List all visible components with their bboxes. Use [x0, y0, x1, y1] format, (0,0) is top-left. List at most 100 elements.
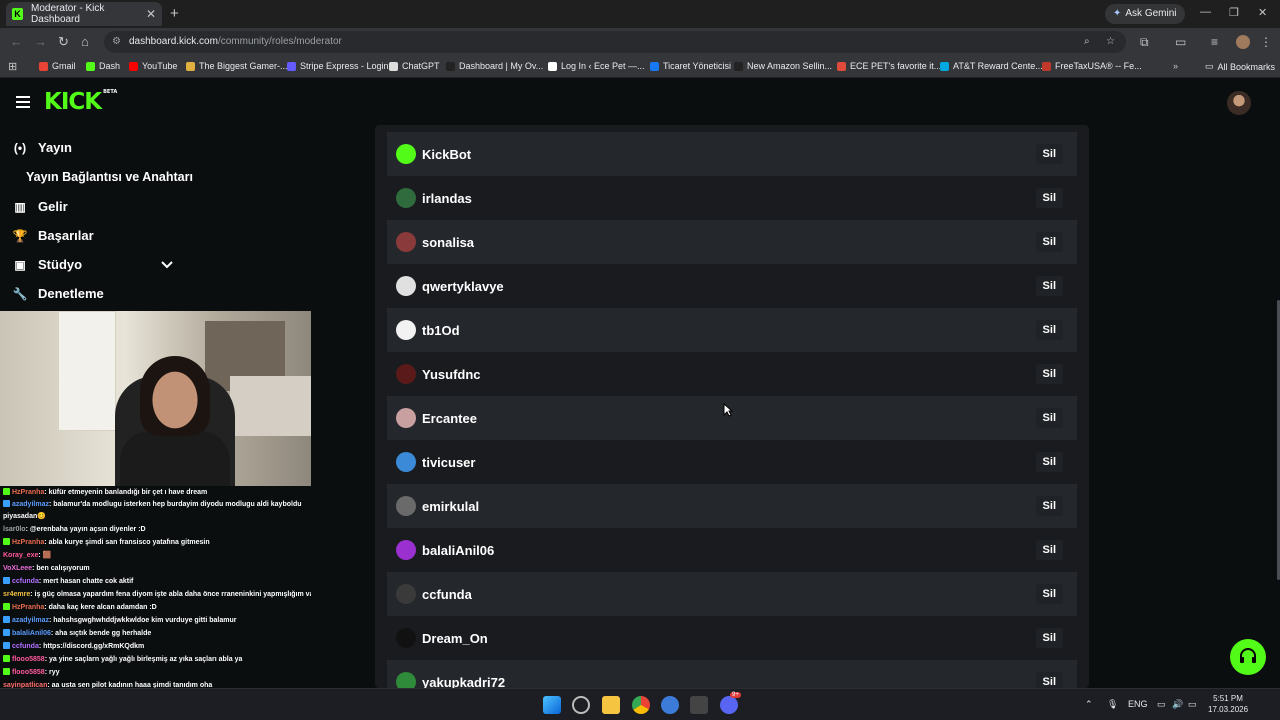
battery-icon[interactable]: ▭	[1188, 699, 1197, 710]
sidebar-item-gelir[interactable]: ▥ Gelir	[12, 199, 67, 214]
chat-username[interactable]: HzPranha	[12, 604, 44, 611]
home-icon[interactable]: ⌂	[81, 34, 89, 49]
bookmark-item[interactable]: ChatGPT	[389, 61, 440, 71]
chat-username[interactable]: ccfunda	[12, 643, 39, 650]
zoom-icon[interactable]: ⌕	[1084, 31, 1090, 53]
tray-overflow-icon[interactable]: ⌃	[1085, 699, 1093, 710]
delete-moderator-button[interactable]: Sil	[1035, 584, 1063, 604]
chat-username[interactable]: azadyilmaz	[12, 501, 49, 508]
moderator-name[interactable]: ccfunda	[422, 587, 472, 602]
delete-moderator-button[interactable]: Sil	[1035, 628, 1063, 648]
delete-moderator-button[interactable]: Sil	[1035, 232, 1063, 252]
moderator-name[interactable]: tivicuser	[422, 455, 475, 470]
sidebar-item-studyo[interactable]: ▣ Stüdyo	[12, 257, 82, 272]
new-tab-button[interactable]: +	[170, 5, 179, 22]
bookmark-item[interactable]: ECE PET's favorite it...	[837, 61, 941, 71]
ask-gemini-button[interactable]: ✦ Ask Gemini	[1105, 4, 1185, 24]
moderator-name[interactable]: balaliAnil06	[422, 543, 494, 558]
forward-icon[interactable]: →	[34, 34, 47, 49]
media-icon[interactable]: ▭	[1175, 35, 1186, 49]
chat-username[interactable]: azadyilmaz	[12, 617, 49, 624]
sidebar-item-denetleme[interactable]: 🔧 Denetleme	[12, 286, 104, 301]
browser-profile-avatar[interactable]	[1236, 35, 1250, 49]
delete-moderator-button[interactable]: Sil	[1035, 408, 1063, 428]
discord-icon[interactable]	[720, 696, 738, 714]
delete-moderator-button[interactable]: Sil	[1035, 320, 1063, 340]
chat-username[interactable]: lsar0lo	[3, 526, 26, 533]
all-bookmarks-button[interactable]: ▭ All Bookmarks	[1205, 61, 1275, 72]
chrome-icon[interactable]	[632, 696, 650, 714]
reading-list-icon[interactable]: ≡	[1211, 35, 1218, 49]
moderator-name[interactable]: yakupkadri72	[422, 675, 505, 689]
delete-moderator-button[interactable]: Sil	[1035, 540, 1063, 560]
hamburger-menu-icon[interactable]	[16, 96, 30, 111]
chat-username[interactable]: HzPranha	[12, 489, 44, 496]
bookmark-item[interactable]: Stripe Express - Login	[287, 61, 389, 71]
moderator-name[interactable]: sonalisa	[422, 235, 474, 250]
support-chat-button[interactable]	[1230, 639, 1266, 675]
site-info-icon[interactable]: ⚙	[112, 31, 121, 53]
file-explorer-icon[interactable]	[602, 696, 620, 714]
windows-start-icon[interactable]	[543, 696, 561, 714]
bookmark-item[interactable]: Dash	[86, 61, 120, 71]
language-indicator[interactable]: ENG	[1128, 699, 1148, 709]
chat-username[interactable]: HzPranha	[12, 539, 44, 546]
delete-moderator-button[interactable]: Sil	[1035, 276, 1063, 296]
sidebar-item-stream-key[interactable]: Yayın Bağlantısı ve Anahtarı	[26, 170, 193, 184]
chat-username[interactable]: balaliAnil06	[12, 630, 51, 637]
close-window-button[interactable]: ✕	[1258, 6, 1267, 19]
bookmark-item[interactable]: AT&T Reward Cente...	[940, 61, 1043, 71]
bookmark-item[interactable]: Gmail	[39, 61, 76, 71]
chevron-down-icon[interactable]	[160, 258, 174, 272]
moderator-name[interactable]: Yusufdnc	[422, 367, 481, 382]
bookmark-item[interactable]: Dashboard | My Ov...	[446, 61, 543, 71]
user-avatar[interactable]	[1227, 91, 1251, 115]
sidebar-item-basarilar[interactable]: 🏆 Başarılar	[12, 228, 94, 243]
delete-moderator-button[interactable]: Sil	[1035, 188, 1063, 208]
apps-grid-icon[interactable]: ⊞	[8, 60, 17, 73]
chat-username[interactable]: flooo5858	[12, 669, 45, 676]
g-app-icon[interactable]	[661, 696, 679, 714]
maximize-button[interactable]: ❐	[1229, 6, 1239, 19]
moderator-name[interactable]: emirkulal	[422, 499, 479, 514]
microphone-icon[interactable]: 🎙	[1107, 699, 1118, 710]
bookmark-item[interactable]: The Biggest Gamer-...	[186, 61, 288, 71]
delete-moderator-button[interactable]: Sil	[1035, 364, 1063, 384]
bookmark-item[interactable]: New Amazon Sellin...	[734, 61, 832, 71]
chat-username[interactable]: ccfunda	[12, 578, 39, 585]
chat-username[interactable]: Koray_exe	[3, 552, 38, 559]
delete-moderator-button[interactable]: Sil	[1035, 144, 1063, 164]
bookmark-star-icon[interactable]: ☆	[1106, 31, 1115, 53]
chat-username[interactable]: flooo5858	[12, 656, 45, 663]
delete-moderator-button[interactable]: Sil	[1035, 672, 1063, 688]
moderator-name[interactable]: qwertyklavye	[422, 279, 504, 294]
bookmark-item[interactable]: Log In ‹ Ece Pet —...	[548, 61, 645, 71]
moderator-name[interactable]: tb1Od	[422, 323, 460, 338]
bookmarks-overflow-icon[interactable]: »	[1173, 61, 1178, 71]
close-tab-icon[interactable]: ✕	[146, 7, 156, 21]
extensions-icon[interactable]: ⧉	[1140, 35, 1149, 50]
tab-kick-dashboard[interactable]: K Moderator - Kick Dashboard ✕	[6, 2, 162, 26]
reload-icon[interactable]: ↻	[58, 34, 69, 50]
kick-logo[interactable]: KICK BETA	[44, 89, 117, 115]
minimize-button[interactable]: —	[1200, 6, 1211, 18]
address-bar[interactable]: ⚙ dashboard.kick.com/community/roles/mod…	[104, 31, 1126, 53]
sidebar-item-yayin[interactable]: (•) Yayın	[12, 140, 72, 155]
bookmark-item[interactable]: Ticaret Yöneticisi	[650, 61, 731, 71]
back-icon[interactable]: ←	[10, 34, 23, 49]
moderator-name[interactable]: irlandas	[422, 191, 472, 206]
delete-moderator-button[interactable]: Sil	[1035, 452, 1063, 472]
moderator-name[interactable]: Ercantee	[422, 411, 477, 426]
system-clock[interactable]: 5:51 PM 17.03.2026	[1208, 693, 1248, 715]
menu-icon[interactable]: ⋮	[1260, 35, 1272, 49]
volume-icon[interactable]: 🔊	[1172, 699, 1183, 710]
network-icon[interactable]: ▭	[1157, 699, 1166, 710]
bookmark-item[interactable]: YouTube	[129, 61, 177, 71]
moderator-name[interactable]: KickBot	[422, 147, 471, 162]
app-icon[interactable]	[690, 696, 708, 714]
delete-moderator-button[interactable]: Sil	[1035, 496, 1063, 516]
chat-username[interactable]: sr4emre	[3, 591, 30, 598]
app-icon[interactable]	[572, 696, 590, 714]
chat-username[interactable]: VoXLeee	[3, 565, 32, 572]
moderator-name[interactable]: Dream_On	[422, 631, 488, 646]
